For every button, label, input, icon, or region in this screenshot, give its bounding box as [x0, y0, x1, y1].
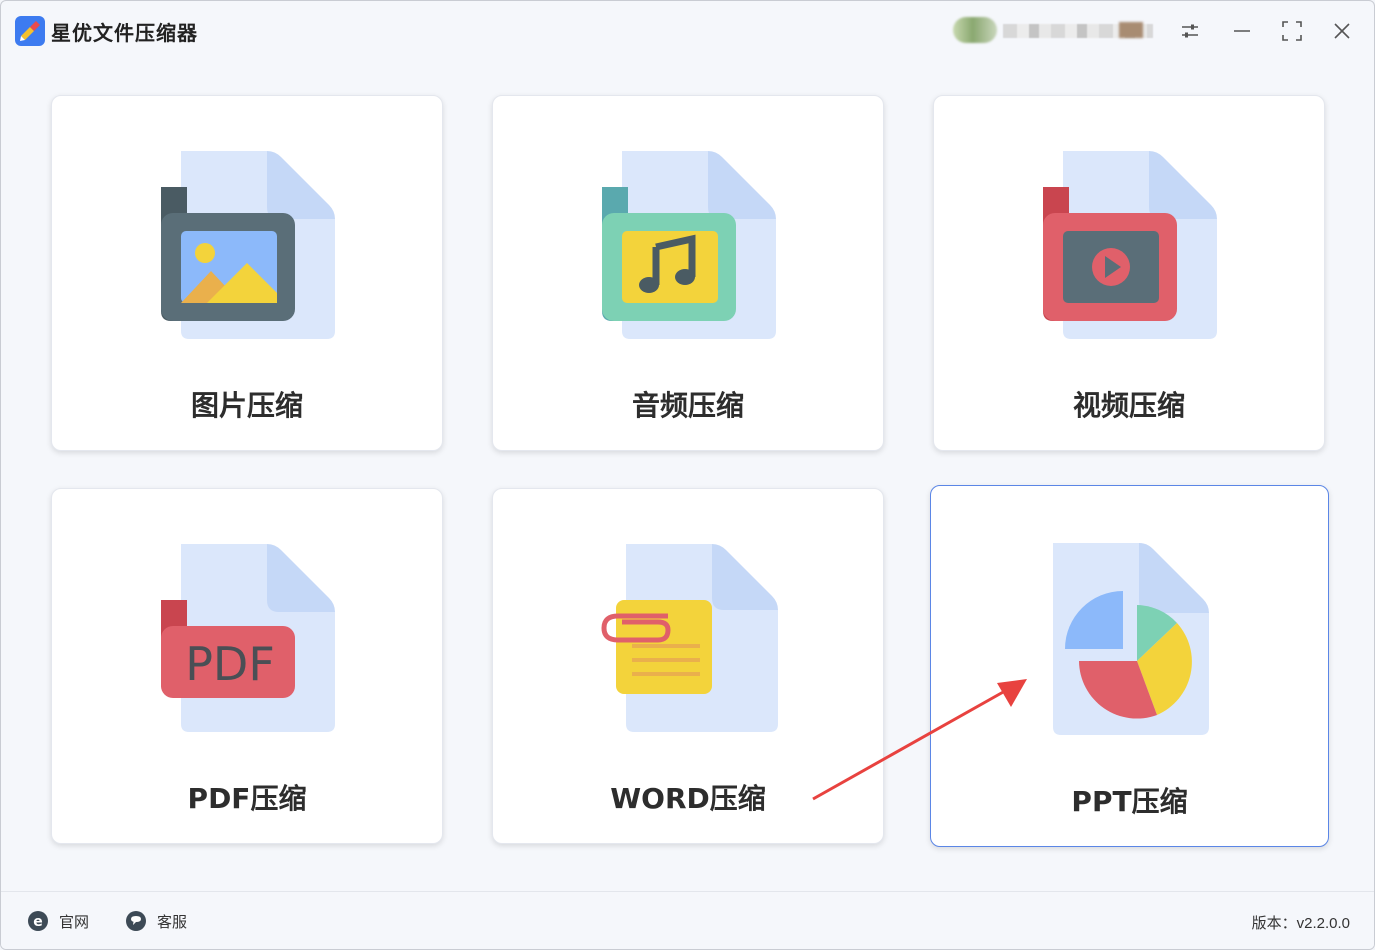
card-label: 图片压缩	[190, 389, 303, 422]
support-label: 客服	[157, 913, 188, 931]
avatar[interactable]	[953, 17, 997, 43]
card-label: PPT压缩	[1071, 785, 1188, 818]
user-account[interactable]	[953, 15, 1158, 47]
card-pdf-compress[interactable]: PDF PDF压缩	[51, 488, 443, 844]
support-link[interactable]: 客服	[125, 910, 187, 932]
close-button[interactable]	[1327, 16, 1357, 46]
image-file-icon	[157, 151, 337, 346]
card-ppt-compress[interactable]: PPT压缩	[930, 485, 1329, 847]
minimize-icon	[1234, 30, 1250, 32]
user-name-blurred	[1003, 24, 1153, 38]
website-label: 官网	[59, 913, 90, 931]
version-text: 版本：v2.2.0.0	[1251, 915, 1350, 932]
word-file-icon	[598, 544, 778, 739]
app-title: 星优文件压缩器	[51, 21, 198, 45]
card-audio-compress[interactable]: 音频压缩	[492, 95, 884, 451]
pdf-file-icon: PDF	[157, 544, 337, 739]
footer: e 官网 客服 版本：v2.2.0.0	[1, 891, 1374, 949]
ie-browser-icon: e	[28, 911, 48, 931]
sliders-icon	[1182, 24, 1198, 38]
card-video-compress[interactable]: 视频压缩	[933, 95, 1325, 451]
settings-button[interactable]	[1175, 16, 1205, 46]
chat-bubble-icon	[126, 911, 146, 931]
card-image-compress[interactable]: 图片压缩	[51, 95, 443, 451]
card-label: 视频压缩	[1072, 389, 1185, 422]
website-link[interactable]: e 官网	[27, 910, 89, 932]
app-logo-icon	[15, 16, 45, 46]
maximize-icon	[1282, 21, 1302, 41]
svg-text:e: e	[33, 914, 43, 930]
ppt-file-icon	[1043, 543, 1223, 738]
maximize-button[interactable]	[1277, 16, 1307, 46]
pdf-icon-text: PDF	[185, 637, 275, 691]
card-label: PDF压缩	[187, 782, 307, 815]
minimize-button[interactable]	[1227, 16, 1257, 46]
audio-file-icon	[598, 151, 778, 346]
card-word-compress[interactable]: WORD压缩	[492, 488, 884, 844]
app-window: 星优文件压缩器 图片压缩 音频压缩 视频压缩 PDF PDF压缩 WORD压缩 …	[0, 0, 1375, 950]
title-bar: 星优文件压缩器	[1, 1, 1374, 61]
card-label: 音频压缩	[631, 389, 744, 422]
video-file-icon	[1039, 151, 1219, 346]
card-label: WORD压缩	[610, 782, 766, 815]
close-icon	[1334, 23, 1350, 39]
